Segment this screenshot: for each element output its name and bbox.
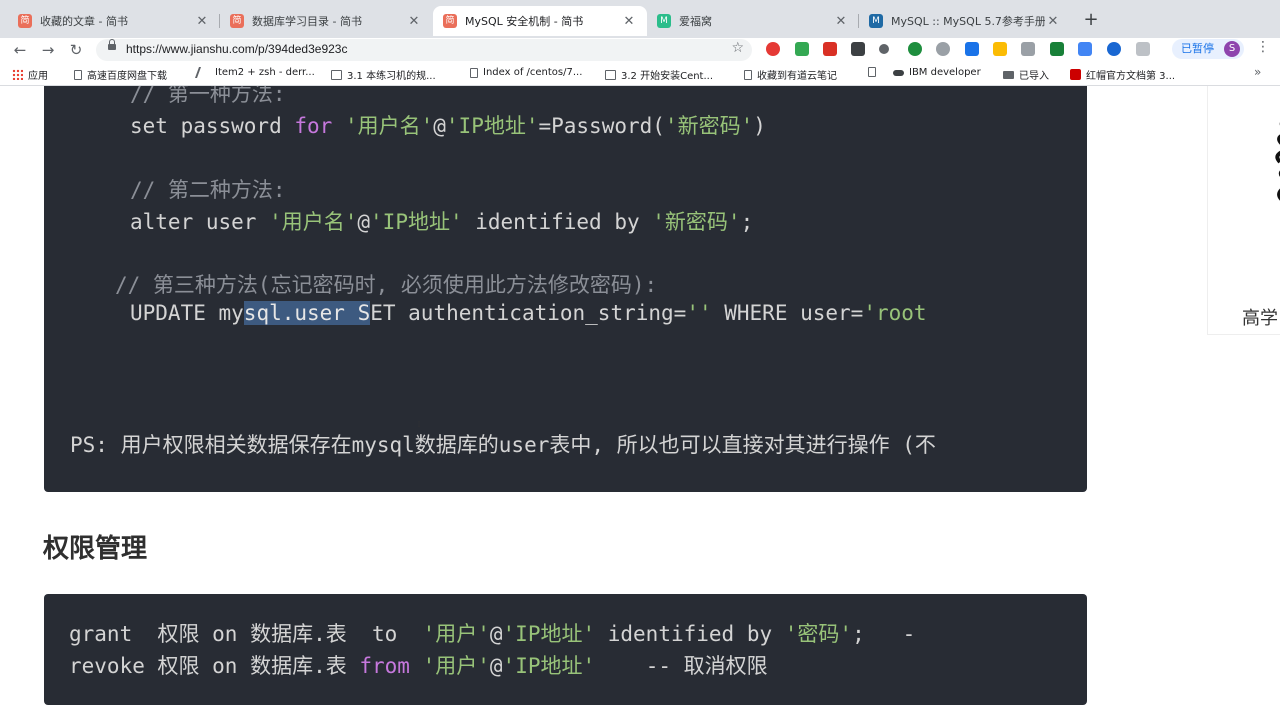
bookmark-item[interactable]: 3.2 开始安装Cent... [605, 67, 713, 82]
side-ad-panel[interactable]: 高学 [1207, 86, 1280, 335]
close-icon[interactable]: ✕ [833, 14, 849, 29]
side-panel-text: 高学 [1242, 308, 1278, 329]
close-icon[interactable]: ✕ [406, 14, 422, 29]
section-heading: 权限管理 [43, 534, 148, 564]
jianshu-favicon-icon: 简 [18, 14, 32, 28]
back-arrow-icon[interactable]: ← [10, 40, 30, 60]
chevron-right-icon[interactable]: » [1254, 65, 1261, 79]
code-comment: // 第三种方法(忘记密码时, 必须使用此方法修改密码): [115, 273, 658, 297]
paused-label: 已暂停 [1181, 42, 1214, 55]
text-selection: sql.user S [243, 301, 371, 325]
extension-icon[interactable] [1050, 42, 1064, 56]
close-icon[interactable]: ✕ [621, 14, 637, 29]
tab-strip: 简 收藏的文章 - 简书 ✕ 简 数据库学习目录 - 简书 ✕ 简 MySQL … [0, 0, 1280, 38]
jianshu-favicon-icon: 简 [230, 14, 244, 28]
bookmark-folder[interactable]: 已导入 [1003, 67, 1049, 82]
bookmark-item[interactable]: 红帽官方文档第 3... [1070, 67, 1175, 82]
qr-code-icon [1275, 122, 1280, 201]
tab-title: MySQL :: MySQL 5.7参考手册: [891, 15, 1045, 28]
browser-toolbar: ← → ↻ https://www.jianshu.com/p/394ded3e… [0, 38, 1280, 62]
tab-title: MySQL 安全机制 - 简书 [465, 15, 584, 28]
bookmark-item[interactable]: 高速百度网盘下载 [74, 67, 167, 82]
forward-arrow-icon[interactable]: → [38, 40, 58, 60]
tab-mysql-manual[interactable]: M MySQL :: MySQL 5.7参考手册: ✕ [859, 6, 1071, 36]
bookmark-item[interactable]: Item2 + zsh - derr... [194, 67, 315, 78]
address-bar[interactable]: https://www.jianshu.com/p/394ded3e923c ☆ [96, 39, 752, 61]
lock-icon [108, 39, 116, 50]
extension-icon[interactable] [936, 42, 950, 56]
book-icon [331, 69, 342, 80]
tab-aifuwo[interactable]: M 爱福窝 ✕ [647, 6, 859, 36]
tab-db-catalog[interactable]: 简 数据库学习目录 - 简书 ✕ [220, 6, 432, 36]
extension-icon[interactable] [1107, 42, 1121, 56]
bookmark-item[interactable] [868, 67, 881, 77]
kebab-menu-icon[interactable]: ⋮ [1256, 39, 1270, 55]
code-line: set password for '用户名'@'IP地址'=Password('… [130, 114, 766, 138]
redhat-icon [1070, 69, 1081, 80]
bookmark-item[interactable]: IBM developer [893, 67, 981, 78]
text-cursor-icon [418, 421, 420, 427]
folder-icon [1003, 70, 1014, 79]
code-comment: // 第一种方法: [130, 86, 286, 106]
code-line: revoke 权限 on 数据库.表 from '用户'@'IP地址' -- 取… [69, 654, 768, 678]
extension-icon[interactable] [766, 42, 780, 56]
extension-icon[interactable] [1136, 42, 1150, 56]
avatar[interactable]: S [1224, 41, 1240, 57]
ibm-icon [893, 69, 904, 76]
bookmark-item[interactable]: 收藏到有道云笔记 [744, 67, 837, 82]
code-line[interactable]: UPDATE mysql.user SET authentication_str… [130, 301, 927, 325]
code-line: alter user '用户名'@'IP地址' identified by '新… [130, 210, 754, 234]
close-icon[interactable]: ✕ [1045, 14, 1061, 29]
bookmark-apps[interactable]: 应用 [12, 67, 48, 82]
close-icon[interactable]: ✕ [194, 14, 210, 29]
code-block: // 第一种方法: set password for '用户名'@'IP地址'=… [44, 86, 1087, 492]
code-line-ps: PS: 用户权限相关数据保存在mysql数据库的user表中, 所以也可以直接对… [70, 433, 936, 457]
bookmark-item[interactable]: 3.1 本练习机的规... [331, 67, 436, 82]
extension-icon[interactable] [795, 42, 809, 56]
reload-icon[interactable]: ↻ [66, 40, 86, 60]
aifuwo-favicon-icon: M [657, 14, 671, 28]
mysql-favicon-icon: M [869, 14, 883, 28]
jianshu-favicon-icon: 简 [443, 14, 457, 28]
page-icon [470, 67, 478, 78]
extension-icon[interactable] [1078, 42, 1092, 56]
extension-icon[interactable] [993, 42, 1007, 56]
extension-icon[interactable] [823, 42, 837, 56]
page-icon [744, 69, 752, 80]
new-tab-button[interactable]: + [1080, 9, 1102, 31]
bookmark-star-icon[interactable]: ☆ [731, 40, 744, 56]
code-line: grant 权限 on 数据库.表 to '用户'@'IP地址' identif… [69, 622, 916, 646]
article-content: // 第一种方法: set password for '用户名'@'IP地址'=… [0, 86, 1280, 720]
item2-icon [194, 67, 213, 78]
grid-icon [12, 69, 23, 80]
tab-title: 收藏的文章 - 简书 [40, 15, 128, 28]
code-comment: // 第二种方法: [130, 178, 286, 202]
tab-favorites[interactable]: 简 收藏的文章 - 简书 ✕ [8, 6, 220, 36]
page-icon [74, 69, 82, 80]
extension-icon[interactable] [1021, 42, 1035, 56]
extension-icon[interactable] [908, 42, 922, 56]
extension-icon[interactable] [965, 42, 979, 56]
tab-title: 爱福窝 [679, 15, 712, 28]
extension-icon[interactable] [879, 44, 889, 54]
tab-mysql-security[interactable]: 简 MySQL 安全机制 - 简书 ✕ [433, 6, 647, 36]
page-icon [868, 67, 876, 77]
bookmarks-bar: 应用 高速百度网盘下载 Item2 + zsh - derr... 3.1 本练… [0, 62, 1280, 86]
extension-icon[interactable] [851, 42, 865, 56]
code-block: grant 权限 on 数据库.表 to '用户'@'IP地址' identif… [44, 594, 1087, 705]
book-icon [605, 69, 616, 80]
tab-title: 数据库学习目录 - 简书 [252, 15, 362, 28]
url-text[interactable]: https://www.jianshu.com/p/394ded3e923c [126, 42, 347, 56]
bookmark-item[interactable]: Index of /centos/7... [470, 67, 582, 78]
